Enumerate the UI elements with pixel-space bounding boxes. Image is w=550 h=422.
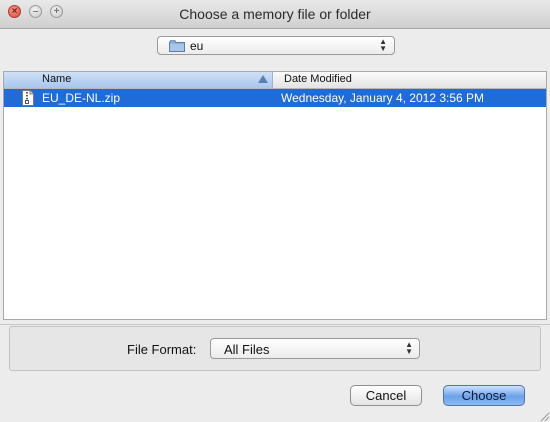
column-label-date-modified: Date Modified xyxy=(284,73,352,85)
cancel-button[interactable]: Cancel xyxy=(350,385,422,406)
column-label-name: Name xyxy=(42,73,72,85)
column-header-date-modified[interactable]: Date Modified xyxy=(274,72,546,88)
resize-grip-icon[interactable] xyxy=(538,410,550,422)
file-browser-list[interactable]: Name Date Modified EU_DE-NL.zip Wednesda… xyxy=(3,71,547,320)
file-format-select[interactable]: All Files ▲ ▼ xyxy=(210,338,420,359)
column-header-name[interactable]: Name xyxy=(4,72,273,88)
file-date-modified: Wednesday, January 4, 2012 3:56 PM xyxy=(281,91,485,105)
file-format-value: All Files xyxy=(224,342,270,357)
divider xyxy=(0,324,550,325)
title-bar: × – + Choose a memory file or folder xyxy=(0,0,550,29)
updown-arrows-icon: ▲ ▼ xyxy=(405,340,413,356)
folder-icon xyxy=(169,40,185,52)
file-row[interactable]: EU_DE-NL.zip Wednesday, January 4, 2012 … xyxy=(4,89,546,107)
zip-file-icon xyxy=(22,90,34,106)
folder-path-popup[interactable]: eu ▲ ▼ xyxy=(157,36,395,55)
window-title: Choose a memory file or folder xyxy=(179,6,371,22)
current-folder-label: eu xyxy=(190,39,204,53)
column-header: Name Date Modified xyxy=(4,72,546,89)
sort-ascending-icon xyxy=(258,75,268,83)
file-chooser-dialog: × – + Choose a memory file or folder eu … xyxy=(0,0,550,422)
choose-button[interactable]: Choose xyxy=(443,385,525,406)
updown-arrows-icon: ▲ ▼ xyxy=(379,37,387,53)
file-format-label: File Format: xyxy=(127,342,197,357)
file-name: EU_DE-NL.zip xyxy=(42,91,121,105)
